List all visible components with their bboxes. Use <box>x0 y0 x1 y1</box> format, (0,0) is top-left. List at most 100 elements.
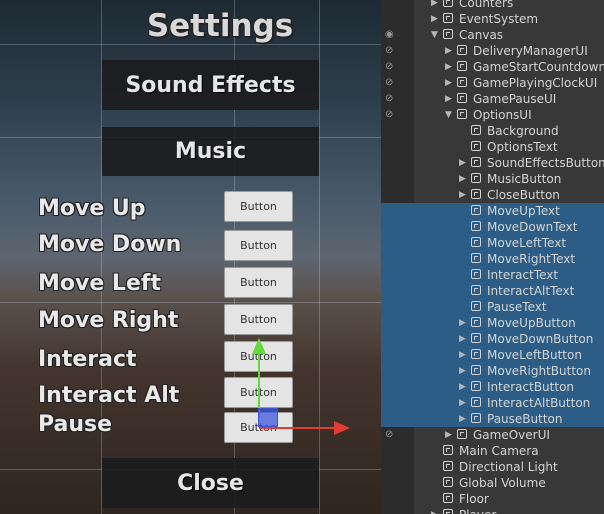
hierarchy-item-label: Global Volume <box>459 476 546 490</box>
scene-grid-line <box>319 0 320 514</box>
expand-arrow-icon[interactable]: ▶ <box>459 363 466 379</box>
hidden-eye-icon[interactable]: ⊘ <box>385 428 393 442</box>
hierarchy-item-label: EventSystem <box>459 12 539 26</box>
move-down-key-button[interactable]: Button <box>224 230 293 261</box>
sound-effects-button[interactable]: Sound Effects <box>102 60 319 110</box>
expand-arrow-icon[interactable]: ▶ <box>445 59 452 75</box>
hierarchy-item[interactable]: ▶ SoundEffectsButton <box>381 155 604 171</box>
hierarchy-item[interactable]: ▶ Player <box>381 507 604 514</box>
expand-arrow-icon[interactable]: ▶ <box>459 331 466 347</box>
expand-arrow-icon[interactable]: ▶ <box>445 91 452 107</box>
move-right-key-button[interactable]: Button <box>224 304 293 335</box>
hidden-eye-icon[interactable]: ⊘ <box>385 44 393 58</box>
hierarchy-item[interactable]: ▶ InteractAltButton <box>381 395 604 411</box>
hierarchy-item-label: OptionsText <box>487 140 558 154</box>
hierarchy-item[interactable]: ▶ MoveRightButton <box>381 363 604 379</box>
hierarchy-item-label: InteractButton <box>487 380 575 394</box>
hierarchy-item[interactable]: ⊘ ▶ DeliveryManagerUI <box>381 43 604 59</box>
hierarchy-item[interactable]: InteractAltText <box>381 283 604 299</box>
hierarchy-item[interactable]: PauseText <box>381 299 604 315</box>
hidden-eye-icon[interactable]: ⊘ <box>385 76 393 90</box>
scene-view[interactable]: Settings Sound Effects Music Move Up Mov… <box>0 0 381 514</box>
hierarchy-item[interactable]: ▶ MusicButton <box>381 171 604 187</box>
hierarchy-item-label: PauseText <box>487 300 547 314</box>
gizmo-plane-handle[interactable] <box>258 408 278 427</box>
expand-arrow-icon[interactable]: ▶ <box>431 11 438 27</box>
hierarchy-item[interactable]: ▶ Counters <box>381 0 604 11</box>
expand-arrow-icon[interactable]: ▶ <box>459 155 466 171</box>
hierarchy-item[interactable]: ◉ ▼ Canvas <box>381 27 604 43</box>
gameobject-cube-icon <box>471 125 481 135</box>
hierarchy-item[interactable]: Main Camera <box>381 443 604 459</box>
move-left-key-button[interactable]: Button <box>224 267 293 298</box>
hierarchy-item[interactable]: ⊘ ▼ OptionsUI <box>381 107 604 123</box>
expand-arrow-open-icon[interactable]: ▼ <box>445 107 452 123</box>
gameobject-cube-icon <box>443 509 453 514</box>
expand-arrow-icon[interactable]: ▶ <box>431 507 438 514</box>
move-left-label: Move Left <box>38 271 161 296</box>
hierarchy-item[interactable]: Directional Light <box>381 459 604 475</box>
hierarchy-item[interactable]: InteractText <box>381 267 604 283</box>
hidden-eye-icon[interactable]: ⊘ <box>385 108 393 122</box>
gameobject-cube-icon <box>443 461 453 471</box>
close-button[interactable]: Close <box>102 458 319 508</box>
expand-arrow-icon[interactable]: ▶ <box>431 0 438 11</box>
hierarchy-item-label: InteractAltText <box>487 284 575 298</box>
move-up-key-button[interactable]: Button <box>224 191 293 222</box>
hierarchy-item-label: Floor <box>459 492 489 506</box>
expand-arrow-icon[interactable]: ▶ <box>459 347 466 363</box>
expand-arrow-icon[interactable]: ▶ <box>445 43 452 59</box>
visibility-eye-icon[interactable]: ◉ <box>385 28 394 42</box>
gameobject-cube-icon <box>471 397 481 407</box>
hierarchy-item[interactable]: ▶ MoveLeftButton <box>381 347 604 363</box>
hierarchy-panel[interactable]: ▶ Counters ▶ EventSystem ◉ ▼ Canvas ⊘ ▶ DeliveryM… <box>381 0 604 514</box>
scene-grid-line <box>0 302 381 303</box>
hierarchy-item-label: MoveLeftText <box>487 236 567 250</box>
hierarchy-item-label: OptionsUI <box>473 108 532 122</box>
expand-arrow-icon[interactable]: ▶ <box>445 427 452 443</box>
hierarchy-item[interactable]: ▶ EventSystem <box>381 11 604 27</box>
expand-arrow-open-icon[interactable]: ▼ <box>431 27 438 43</box>
hierarchy-item[interactable]: ▶ MoveDownButton <box>381 331 604 347</box>
hierarchy-item[interactable]: ⊘ ▶ GamePlayingClockUI <box>381 75 604 91</box>
gameobject-cube-icon <box>471 173 481 183</box>
scene-grid-line <box>0 44 381 45</box>
hierarchy-item[interactable]: ▶ InteractButton <box>381 379 604 395</box>
expand-arrow-icon[interactable]: ▶ <box>459 411 466 427</box>
hierarchy-item[interactable]: Floor <box>381 491 604 507</box>
expand-arrow-icon[interactable]: ▶ <box>459 395 466 411</box>
hierarchy-item-label: MoveDownText <box>487 220 578 234</box>
hierarchy-item[interactable]: MoveUpText <box>381 203 604 219</box>
expand-arrow-icon[interactable]: ▶ <box>459 315 466 331</box>
close-label: Close <box>177 470 244 496</box>
hierarchy-item[interactable]: ⊘ ▶ GameStartCountdownUI <box>381 59 604 75</box>
hierarchy-item[interactable]: ▶ CloseButton <box>381 187 604 203</box>
hidden-eye-icon[interactable]: ⊘ <box>385 60 393 74</box>
hierarchy-item[interactable]: OptionsText <box>381 139 604 155</box>
hierarchy-item[interactable]: ⊘ ▶ GamePauseUI <box>381 91 604 107</box>
expand-arrow-icon[interactable]: ▶ <box>459 187 466 203</box>
hierarchy-item[interactable]: Global Volume <box>381 475 604 491</box>
hierarchy-item[interactable]: MoveLeftText <box>381 235 604 251</box>
hierarchy-item[interactable]: ▶ MoveUpButton <box>381 315 604 331</box>
hierarchy-item-label: MoveDownButton <box>487 332 594 346</box>
hierarchy-item[interactable]: Background <box>381 123 604 139</box>
hierarchy-item[interactable]: ▶ PauseButton <box>381 411 604 427</box>
gameobject-cube-icon <box>471 141 481 151</box>
interact-label: Interact <box>38 347 137 372</box>
hierarchy-item[interactable]: MoveRightText <box>381 251 604 267</box>
expand-arrow-icon[interactable]: ▶ <box>445 75 452 91</box>
hierarchy-item[interactable]: MoveDownText <box>381 219 604 235</box>
expand-arrow-icon[interactable]: ▶ <box>459 379 466 395</box>
gizmo-x-arrow-icon[interactable] <box>334 421 350 435</box>
gizmo-y-arrow-icon[interactable] <box>252 338 266 354</box>
hierarchy-item-label: GamePlayingClockUI <box>473 76 598 90</box>
gizmo-x-axis[interactable] <box>259 427 337 429</box>
hierarchy-item[interactable]: ⊘ ▶ GameOverUI <box>381 427 604 443</box>
music-button[interactable]: Music <box>102 127 319 176</box>
gameobject-cube-icon <box>471 301 481 311</box>
gameobject-cube-icon <box>457 429 467 439</box>
hidden-eye-icon[interactable]: ⊘ <box>385 92 393 106</box>
hierarchy-item-label: MusicButton <box>487 172 562 186</box>
expand-arrow-icon[interactable]: ▶ <box>459 171 466 187</box>
